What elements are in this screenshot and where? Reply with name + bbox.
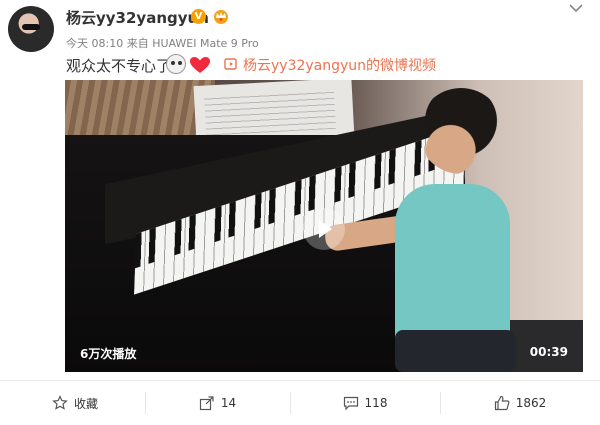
comment-count: 118 [364, 396, 388, 410]
repost-count: 14 [220, 396, 237, 410]
video-duration: 00:39 [529, 345, 568, 359]
video-link[interactable]: 杨云yy32yangyun的微博视频 [243, 55, 436, 75]
username[interactable]: 杨云yy32yangyun [66, 7, 209, 28]
comment-button[interactable]: 118 [290, 384, 440, 422]
emoji-icon [166, 54, 186, 74]
video-boy-head [418, 88, 504, 174]
crown-icon [214, 10, 228, 24]
verified-badge: V [191, 9, 206, 24]
like-button[interactable]: 1862 [440, 384, 600, 422]
chevron-down-icon[interactable] [568, 2, 584, 14]
video-icon[interactable] [224, 58, 239, 70]
post-text: 观众太不专心了 [66, 57, 172, 75]
comment-icon [343, 396, 358, 411]
play-icon[interactable] [303, 208, 345, 250]
action-bar-divider [0, 380, 600, 381]
like-count: 1862 [515, 396, 547, 410]
video-boy-legs [395, 330, 515, 372]
like-icon [494, 395, 510, 411]
favorite-button[interactable]: 收藏 [0, 384, 150, 422]
video-boy-body [395, 184, 510, 354]
star-icon [52, 395, 68, 410]
heart-icon [190, 57, 210, 73]
avatar[interactable] [8, 6, 54, 52]
view-count: 6万次播放 [80, 347, 137, 361]
video-player[interactable]: 6万次播放 00:39 [65, 80, 583, 372]
repost-button[interactable]: 14 [145, 384, 290, 422]
favorite-label: 收藏 [73, 396, 98, 411]
post-meta: 今天 08:10 来自 HUAWEI Mate 9 Pro [66, 37, 259, 50]
share-icon [199, 396, 214, 411]
avatar-glasses [22, 24, 40, 30]
